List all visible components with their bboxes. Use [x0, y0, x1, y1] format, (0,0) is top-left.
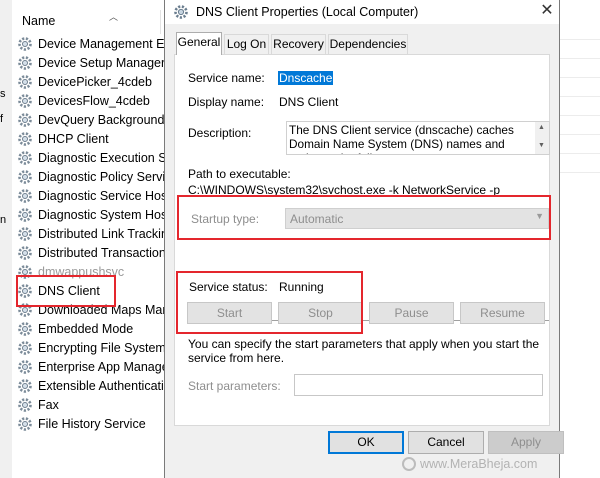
watermark: www.MeraBheja.com: [402, 457, 538, 471]
gear-icon: [174, 5, 188, 19]
service-row[interactable]: File History Service: [17, 415, 177, 434]
tab-log-on[interactable]: Log On: [224, 34, 269, 54]
service-name: DevicePicker_4cdeb: [38, 75, 152, 89]
cancel-button[interactable]: Cancel: [408, 431, 484, 454]
sort-ascending-icon: ︿: [109, 12, 119, 22]
service-name: Enterprise App Manager: [38, 360, 173, 374]
service-name: Device Setup Manager: [38, 56, 166, 70]
service-row[interactable]: Diagnostic Service Host: [17, 187, 177, 206]
service-row[interactable]: Diagnostic Execution Ser: [17, 149, 177, 168]
right-column-area: [558, 0, 600, 478]
left-pane-fragment: s: [0, 88, 6, 100]
gear-icon: [18, 189, 32, 203]
gear-icon: [18, 417, 32, 431]
service-name: Embedded Mode: [38, 322, 134, 336]
ok-button[interactable]: OK: [328, 431, 404, 454]
gear-icon: [18, 208, 32, 222]
service-name: Distributed Link Tracking: [38, 227, 175, 241]
start-parameters-input[interactable]: [294, 374, 543, 396]
name-column-header[interactable]: Name ︿: [12, 10, 172, 34]
service-row[interactable]: DevicesFlow_4cdeb: [17, 92, 177, 111]
gear-icon: [18, 379, 32, 393]
gear-icon: [18, 132, 32, 146]
service-row[interactable]: Device Management Enr: [17, 35, 177, 54]
service-row[interactable]: Embedded Mode: [17, 320, 177, 339]
startup-type-annotation-box: [177, 195, 551, 240]
gear-icon: [18, 37, 32, 51]
service-name: DevQuery Background D: [38, 113, 177, 127]
title-bar[interactable]: DNS Client Properties (Local Computer) ✕: [165, 0, 559, 24]
dns-client-annotation-box: [16, 275, 116, 307]
tab-dependencies[interactable]: Dependencies: [328, 34, 408, 54]
service-name: Diagnostic System Host: [38, 208, 171, 222]
apply-button[interactable]: Apply: [488, 431, 564, 454]
gear-icon: [18, 341, 32, 355]
service-name: File History Service: [38, 417, 146, 431]
service-status-annotation-box: [176, 271, 363, 334]
service-name: Diagnostic Execution Ser: [38, 151, 177, 165]
service-name: Device Management Enr: [38, 37, 176, 51]
scroll-up-icon[interactable]: ▲: [538, 124, 545, 131]
watermark-text: www.MeraBheja.com: [420, 457, 538, 471]
dialog-title: DNS Client Properties (Local Computer): [196, 5, 419, 19]
start-parameters-label: Start parameters:: [188, 379, 281, 393]
service-row[interactable]: DevQuery Background D: [17, 111, 177, 130]
gear-icon: [18, 398, 32, 412]
scroll-down-icon[interactable]: ▼: [538, 142, 545, 149]
description-box[interactable]: The DNS Client service (dnscache) caches…: [286, 121, 550, 155]
watermark-logo-icon: [402, 457, 416, 471]
service-name: DevicesFlow_4cdeb: [38, 94, 150, 108]
gear-icon: [18, 322, 32, 336]
service-row[interactable]: DHCP Client: [17, 130, 177, 149]
tab-recovery[interactable]: Recovery: [271, 34, 326, 54]
service-name: Extensible Authentication: [38, 379, 177, 393]
service-name: Fax: [38, 398, 59, 412]
description-scrollbar[interactable]: ▲ ▼: [535, 122, 549, 154]
resume-button[interactable]: Resume: [460, 302, 545, 324]
gear-icon: [18, 151, 32, 165]
description-text: The DNS Client service (dnscache) caches…: [289, 123, 514, 154]
service-row[interactable]: Distributed Transaction C: [17, 244, 177, 263]
gear-icon: [18, 360, 32, 374]
pause-button[interactable]: Pause: [369, 302, 454, 324]
service-row[interactable]: Diagnostic Policy Service: [17, 168, 177, 187]
start-params-hint: You can specify the start parameters tha…: [188, 337, 540, 365]
gear-icon: [18, 113, 32, 127]
left-pane-strip: s f n: [0, 0, 12, 478]
gear-icon: [18, 227, 32, 241]
description-label: Description:: [188, 126, 252, 140]
gear-icon: [18, 246, 32, 260]
service-row[interactable]: Enterprise App Manager: [17, 358, 177, 377]
service-name: Diagnostic Service Host: [38, 189, 171, 203]
gear-icon: [18, 56, 32, 70]
display-name-value[interactable]: DNS Client: [279, 95, 338, 109]
service-name: DHCP Client: [38, 132, 109, 146]
service-row[interactable]: Distributed Link Tracking: [17, 225, 177, 244]
service-row[interactable]: DevicePicker_4cdeb: [17, 73, 177, 92]
column-separator[interactable]: [160, 10, 161, 34]
gear-icon: [18, 94, 32, 108]
service-name: Diagnostic Policy Service: [38, 170, 177, 184]
service-row[interactable]: Diagnostic System Host: [17, 206, 177, 225]
service-name: Distributed Transaction C: [38, 246, 177, 260]
service-name-value[interactable]: Dnscache: [278, 71, 334, 85]
service-row[interactable]: Fax: [17, 396, 177, 415]
service-row[interactable]: Device Setup Manager: [17, 54, 177, 73]
general-tab-panel: Service name: Dnscache Display name: DNS…: [174, 54, 550, 426]
service-row[interactable]: Encrypting File System (: [17, 339, 177, 358]
tab-general[interactable]: General: [176, 32, 222, 55]
gear-icon: [18, 170, 32, 184]
service-name: Encrypting File System (: [38, 341, 174, 355]
service-row[interactable]: Extensible Authentication: [17, 377, 177, 396]
left-pane-fragment: f: [0, 113, 4, 125]
display-name-label: Display name:: [188, 95, 265, 109]
name-column-label: Name: [22, 14, 56, 28]
service-name-label: Service name:: [188, 71, 265, 85]
gear-icon: [18, 75, 32, 89]
path-label: Path to executable:: [188, 167, 291, 181]
close-button[interactable]: ✕: [536, 1, 558, 23]
left-pane-fragment: n: [0, 214, 7, 226]
